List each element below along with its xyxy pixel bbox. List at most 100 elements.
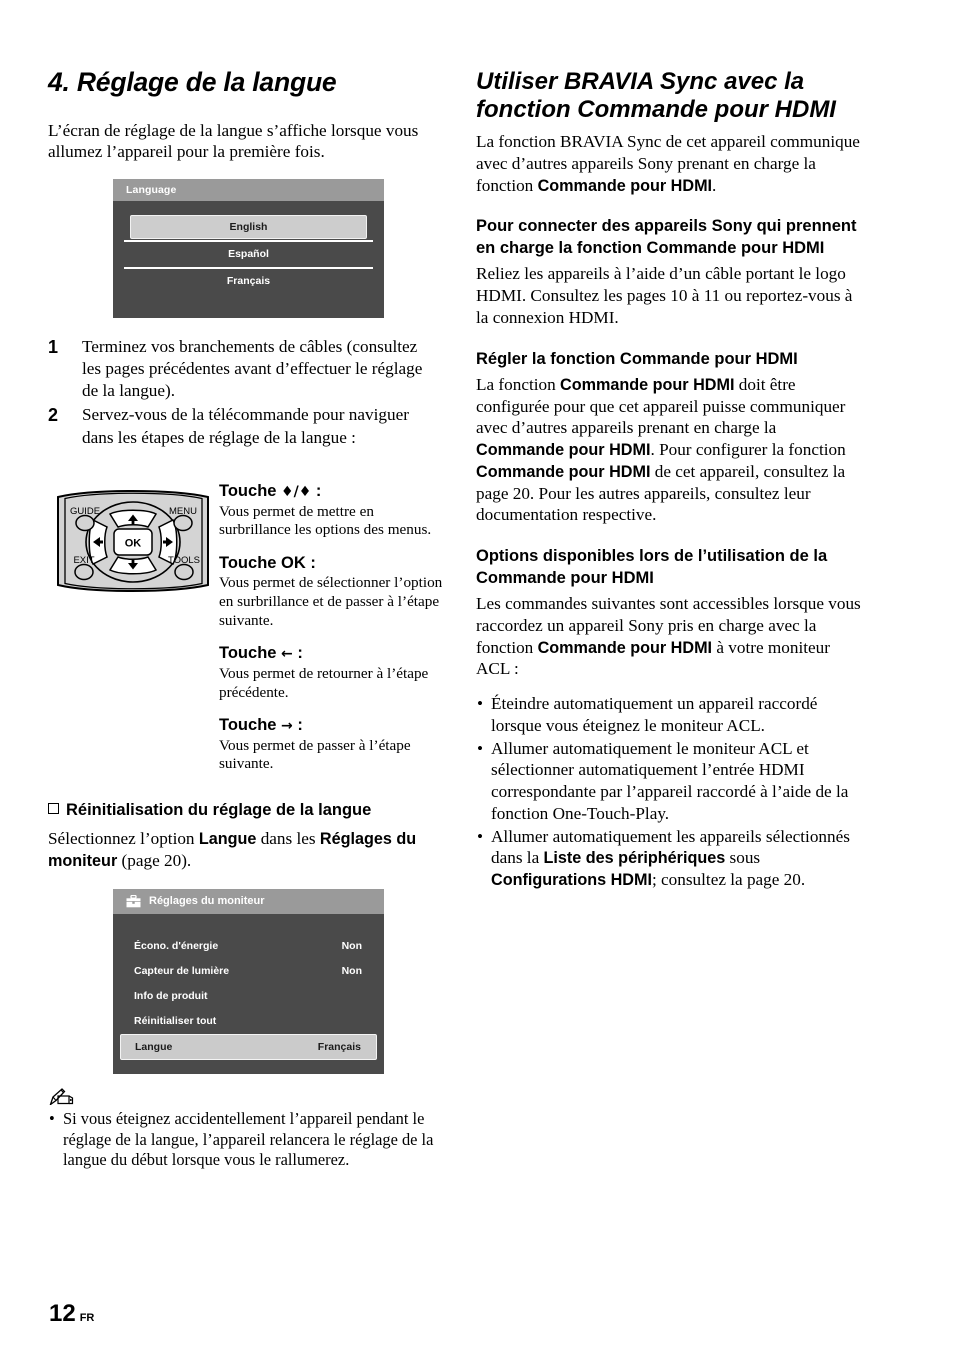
settings-item-product-info[interactable]: Info de produit	[113, 984, 384, 1009]
key-title-suffix: :	[297, 644, 303, 663]
settings-item-eco[interactable]: Écono. d'énergie Non	[113, 934, 384, 959]
options-bold-commande: Commande pour HDMI	[537, 638, 713, 657]
language-osd-body: English Español Français	[113, 201, 384, 318]
language-option-english[interactable]: English	[113, 215, 384, 240]
reset-text-2: dans les	[256, 829, 320, 849]
manual-page: 4. Réglage de la langue L’écran de régla…	[0, 0, 954, 1356]
connect-paragraph: Reliez les appareils à l’aide d’un câble…	[476, 264, 853, 327]
options-bullet-item: Allumer automatiquement le moniteur ACL …	[476, 738, 866, 825]
intro-bold-commande: Commande pour HDMI	[537, 176, 713, 195]
language-option-label: Français	[226, 275, 271, 288]
subheading-configure: Régler la fonction Commande pour HDMI	[476, 349, 798, 368]
language-osd-screen: Language English Español Français	[113, 179, 384, 319]
bullet-text: Éteindre automatiquement un appareil rac…	[491, 694, 818, 735]
key-description: Vous permet de retourner à l’étape précé…	[219, 664, 429, 701]
arrow-right-icon: →	[281, 718, 293, 735]
settings-osd-title-bar: Réglages du moniteur	[113, 888, 384, 914]
tools-button[interactable]	[174, 563, 194, 581]
step-item: 2 Servez-vous de la télécommande pour na…	[48, 404, 432, 448]
key-title-suffix: :	[315, 482, 322, 500]
key-title-prefix: Touche	[219, 716, 277, 735]
configure-paragraph: La fonction Commande pour HDMI doit être…	[476, 374, 866, 526]
monitor-settings-osd-screen: Réglages du moniteur Écono. d'énergie No…	[113, 888, 384, 1074]
reset-paragraph: Sélectionnez l’option Langue dans les Ré…	[48, 828, 448, 872]
key-title-prefix: Touche	[219, 482, 277, 500]
guide-button[interactable]	[75, 514, 95, 532]
configure-text-d: . Pour configurer la fonction	[650, 440, 846, 460]
page-locale: FR	[79, 1312, 95, 1324]
settings-item-label: Écono. d'énergie	[134, 940, 219, 953]
settings-item-light-sensor[interactable]: Capteur de lumière Non	[113, 959, 384, 984]
options-bullet-list: Éteindre automatiquement un appareil rac…	[476, 693, 866, 891]
settings-item-label: Info de produit	[134, 990, 208, 1003]
key-title-suffix: :	[310, 553, 316, 572]
settings-item-value: Non	[341, 965, 362, 978]
key-description-list: Touche ♦/♦ : Vous permet de mettre en su…	[219, 481, 443, 774]
menu-button[interactable]	[173, 514, 193, 532]
step-text: Terminez vos branchements de câbles (con…	[82, 337, 423, 401]
key-title: Touche ← :	[219, 643, 443, 664]
key-block-updown: Touche ♦/♦ : Vous permet de mettre en su…	[219, 481, 443, 540]
settings-item-label: Réinitialiser tout	[134, 1015, 217, 1028]
key-block-ok: Touche OK : Vous permet de sélectionner …	[219, 553, 443, 630]
options-bullet-item: Allumer automatiquement les appareils sé…	[476, 826, 866, 891]
settings-osd-title: Réglages du moniteur	[149, 895, 265, 908]
step-text: Servez-vous de la télécommande pour navi…	[82, 405, 409, 447]
note-section: Si vous éteignez accidentellement l’appa…	[48, 1088, 448, 1174]
reset-text-3: (page 20).	[117, 851, 192, 871]
exit-button[interactable]	[74, 563, 94, 581]
page-title: 4. Réglage de la langue	[48, 67, 337, 97]
options-bullet-item: Éteindre automatiquement un appareil rac…	[476, 693, 866, 737]
intro-paragraph: L’écran de réglage de la langue s’affich…	[48, 120, 419, 162]
reset-heading-text: Réinitialisation du réglage de la langue	[66, 801, 372, 819]
language-osd-title: Language	[113, 179, 384, 202]
key-description: Vous permet de mettre en surbrillance le…	[219, 502, 432, 539]
settings-item-label: Langue	[135, 1040, 173, 1053]
settings-item-value: Non	[341, 940, 362, 953]
step-number: 1	[48, 337, 59, 358]
key-block-left: Touche ← : Vous permet de retourner à l’…	[219, 643, 443, 702]
key-block-right: Touche → : Vous permet de passer à l’éta…	[219, 715, 443, 774]
pen-note-icon	[49, 1088, 74, 1105]
toolbox-icon	[126, 894, 141, 908]
language-option-espanol[interactable]: Español	[113, 242, 384, 267]
key-description: Vous permet de passer à l’étape suivante…	[219, 736, 411, 773]
step-item: 1 Terminez vos branchements de câbles (c…	[48, 336, 432, 402]
arrow-left-icon: ←	[281, 646, 293, 663]
note-bullet-item: Si vous éteignez accidentellement l’appa…	[48, 1109, 448, 1171]
intro-text-2: .	[712, 175, 717, 195]
reset-text-1: Sélectionnez l’option	[48, 829, 199, 849]
remote-control-svg: OK GUIDE MENU EXIT TOOLS	[57, 490, 209, 592]
note-bullet-list: Si vous éteignez accidentellement l’appa…	[48, 1109, 448, 1171]
square-bullet-icon	[48, 803, 59, 814]
subheading-options: Options disponibles lors de l’utilisatio…	[476, 547, 828, 587]
key-description: Vous permet de sélectionner l’option en …	[219, 574, 443, 629]
bullet-bold-liste: Liste des périphériques	[543, 849, 726, 868]
configure-text-a: La fonction	[476, 374, 560, 394]
step-number: 2	[48, 405, 59, 426]
key-title: Touche ♦/♦ :	[219, 481, 443, 502]
bullet-text: Allumer automatiquement le moniteur ACL …	[491, 738, 849, 823]
key-title: Touche OK :	[219, 553, 443, 574]
language-option-label: English	[229, 221, 268, 234]
options-lead-paragraph: Les commandes suivantes sont accessibles…	[476, 593, 866, 680]
bravia-intro-paragraph: La fonction BRAVIA Sync de cet appareil …	[476, 131, 866, 196]
page-number: 12	[49, 1300, 76, 1327]
settings-item-langue[interactable]: Langue Français	[120, 1033, 377, 1060]
reset-section: Réinitialisation du réglage de la langue…	[48, 800, 448, 1074]
key-title: Touche → :	[219, 715, 443, 736]
left-column: 4. Réglage de la langue L’écran de régla…	[48, 67, 432, 451]
arrow-updown-icon: ♦/♦	[281, 484, 312, 500]
settings-item-list: Écono. d'énergie Non Capteur de lumière …	[113, 914, 384, 1060]
remote-control-illustration: OK GUIDE MENU EXIT TOOLS	[52, 487, 215, 595]
key-title-prefix: Touche OK	[219, 553, 306, 572]
configure-bold-3: Commande pour HDMI	[476, 462, 651, 481]
language-option-francais[interactable]: Français	[113, 269, 384, 294]
language-option-label: Español	[228, 248, 269, 261]
reset-heading: Réinitialisation du réglage de la langue	[48, 800, 448, 821]
bullet-text: ; consultez la page 20.	[651, 870, 806, 890]
settings-item-reset-all[interactable]: Réinitialiser tout	[113, 1009, 384, 1034]
page-footer: 12 FR	[49, 1300, 94, 1328]
configure-bold-2: Commande pour HDMI	[476, 441, 651, 460]
key-title-prefix: Touche	[219, 644, 277, 663]
